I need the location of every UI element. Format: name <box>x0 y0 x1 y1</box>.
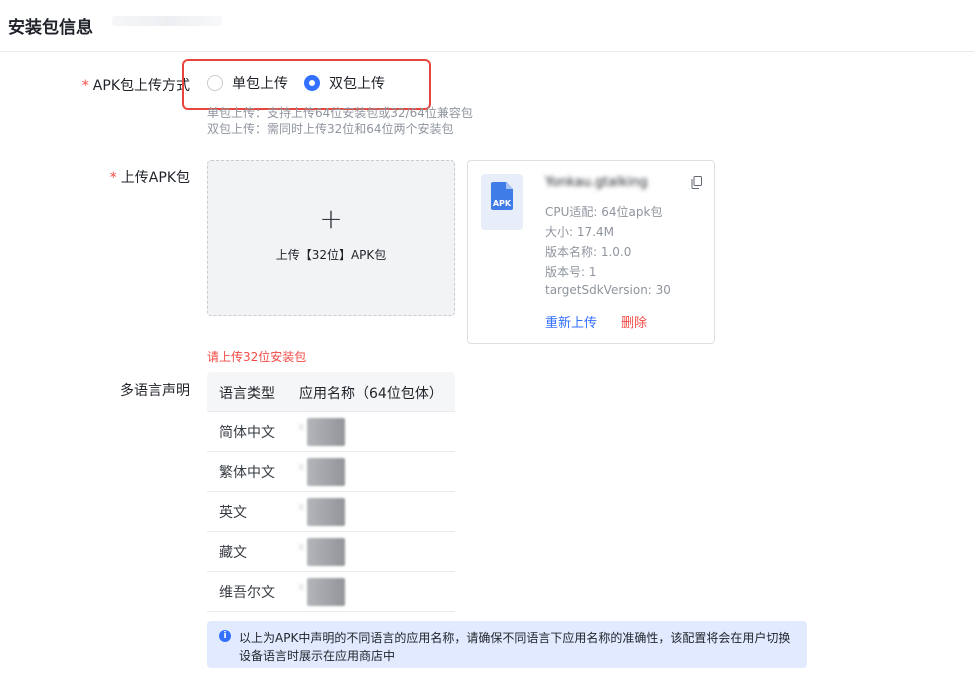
upload-error-message: 请上传32位安装包 <box>207 350 307 364</box>
cell-language-type: 藏文 <box>219 545 247 561</box>
file-cpu: CPU适配: 64位apk包 <box>545 205 663 219</box>
cell-app-name: · <box>299 420 304 436</box>
file-target-sdk: targetSdkVersion: 30 <box>545 283 671 297</box>
table-row: 繁体中文 · <box>207 452 455 492</box>
file-version-code: 版本号: 1 <box>545 265 597 279</box>
reupload-link[interactable]: 重新上传 <box>545 312 597 331</box>
upload-32bit-text: 上传【32位】APK包 <box>275 248 387 262</box>
cell-app-name: · <box>299 540 304 556</box>
language-table: 语言类型 应用名称（64位包体） 简体中文 · 繁体中文 · 英文 · 藏文 ·… <box>207 372 455 612</box>
help-text-dual: 双包上传：需同时上传32位和64位两个安装包 <box>207 122 454 136</box>
page-title: 安装包信息 <box>8 18 93 38</box>
apk-file-icon: APK <box>481 174 523 230</box>
header-language-type: 语言类型 <box>219 386 275 402</box>
languages-label: 多语言声明 <box>120 383 190 399</box>
plus-icon: + <box>319 202 343 235</box>
file-size: 大小: 17.4M <box>545 225 614 239</box>
delete-link[interactable]: 删除 <box>621 312 647 331</box>
upload-mode-radio-group: 单包上传 双包上传 <box>207 73 401 93</box>
info-banner: i 以上为APK中声明的不同语言的应用名称，请确保不同语言下应用名称的准确性，该… <box>207 621 807 668</box>
info-banner-text: 以上为APK中声明的不同语言的应用名称，请确保不同语言下应用名称的准确性，该配置… <box>239 631 791 663</box>
cell-language-type: 简体中文 <box>219 425 275 441</box>
blurred-subtitle <box>112 16 222 26</box>
cell-language-type: 维吾尔文 <box>219 585 275 601</box>
table-row: 英文 · <box>207 492 455 532</box>
redacted-block <box>307 458 345 486</box>
cell-language-type: 英文 <box>219 505 247 521</box>
table-row: 藏文 · <box>207 532 455 572</box>
upload-32bit-dropzone[interactable]: + 上传【32位】APK包 <box>207 160 455 316</box>
header-app-name: 应用名称（64位包体） <box>299 386 443 402</box>
required-mark: * <box>109 170 117 186</box>
language-table-header: 语言类型 应用名称（64位包体） <box>207 372 455 412</box>
table-row: 维吾尔文 · <box>207 572 455 612</box>
redacted-block <box>307 578 345 606</box>
upload-mode-label: * APK包上传方式 <box>81 78 190 94</box>
uploaded-file-card: APK Yonkau.gtalking CPU适配: 64位apk包 大小: 1… <box>467 160 715 344</box>
upload-apk-label: * 上传APK包 <box>109 170 190 186</box>
apk-icon-label: APK <box>492 199 512 208</box>
cell-app-name: · <box>299 460 304 476</box>
required-mark: * <box>81 78 89 94</box>
radio-single-upload-label: 单包上传 <box>232 76 288 92</box>
cell-app-name: · <box>299 500 304 516</box>
radio-checked-icon <box>304 75 320 91</box>
copy-icon[interactable] <box>691 176 702 189</box>
cell-language-type: 繁体中文 <box>219 465 275 481</box>
cell-app-name: · <box>299 580 304 596</box>
info-icon: i <box>219 630 231 642</box>
redacted-block <box>307 498 345 526</box>
file-name: Yonkau.gtalking <box>545 175 648 190</box>
page-header: 安装包信息 <box>0 0 974 52</box>
radio-single-upload[interactable]: 单包上传 <box>207 73 288 93</box>
file-version-name: 版本名称: 1.0.0 <box>545 245 632 259</box>
redacted-block <box>307 538 345 566</box>
radio-dual-upload[interactable]: 双包上传 <box>304 73 385 93</box>
redacted-block <box>307 418 345 446</box>
help-text-single: 单包上传：支持上传64位安装包或32/64位兼容包 <box>207 106 473 120</box>
radio-unchecked-icon <box>207 75 223 91</box>
radio-dual-upload-label: 双包上传 <box>329 76 385 92</box>
table-row: 简体中文 · <box>207 412 455 452</box>
